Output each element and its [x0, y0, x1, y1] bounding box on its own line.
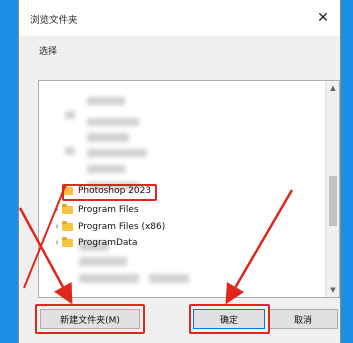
tree-item-label: Program Files (x86) — [78, 222, 166, 232]
blurred-item — [65, 111, 75, 119]
title-bar: 浏览文件夹 ✕ — [19, 0, 340, 36]
blurred-item — [79, 257, 127, 266]
scroll-down-icon[interactable]: ▼ — [326, 283, 339, 297]
dialog-title: 浏览文件夹 — [30, 15, 78, 26]
cancel-button[interactable]: 取消 — [268, 309, 338, 329]
scroll-up-icon[interactable]: ▲ — [326, 81, 339, 95]
chevron-right-icon[interactable]: › — [52, 205, 62, 215]
new-folder-annotation-box — [35, 304, 145, 334]
ok-annotation-box — [189, 304, 270, 334]
blurred-item — [149, 274, 189, 283]
dialog-prompt: 选择 — [39, 47, 58, 57]
close-icon[interactable]: ✕ — [312, 8, 334, 28]
blurred-item — [87, 97, 125, 105]
blurred-item — [87, 133, 129, 142]
chevron-right-icon[interactable]: › — [52, 238, 62, 248]
tree-row[interactable]: › Program Files (x86) — [52, 220, 165, 234]
blurred-item — [65, 147, 75, 155]
desktop-background-right — [339, 0, 353, 343]
desktop-background-left — [0, 0, 20, 343]
blurred-item — [87, 149, 147, 157]
screen: { "dialog": { "title": "浏览文件夹", "close_g… — [0, 0, 353, 343]
tree-item-label: Program Files — [78, 205, 139, 215]
blurred-item — [87, 165, 125, 173]
folder-icon — [62, 204, 73, 214]
tree-row[interactable]: › Program Files — [52, 203, 139, 217]
selection-highlight-annotation — [62, 184, 157, 201]
scrollbar-thumb[interactable] — [329, 176, 337, 226]
blurred-item — [79, 274, 139, 283]
chevron-right-icon[interactable]: › — [52, 222, 62, 232]
vertical-scrollbar[interactable]: ▲ ▼ — [325, 81, 339, 297]
tree-item-label: ProgramData — [78, 238, 138, 248]
tree-row[interactable]: › ProgramData — [52, 236, 137, 250]
folder-icon — [62, 221, 73, 231]
blurred-item — [87, 118, 139, 126]
folder-icon — [62, 237, 73, 247]
